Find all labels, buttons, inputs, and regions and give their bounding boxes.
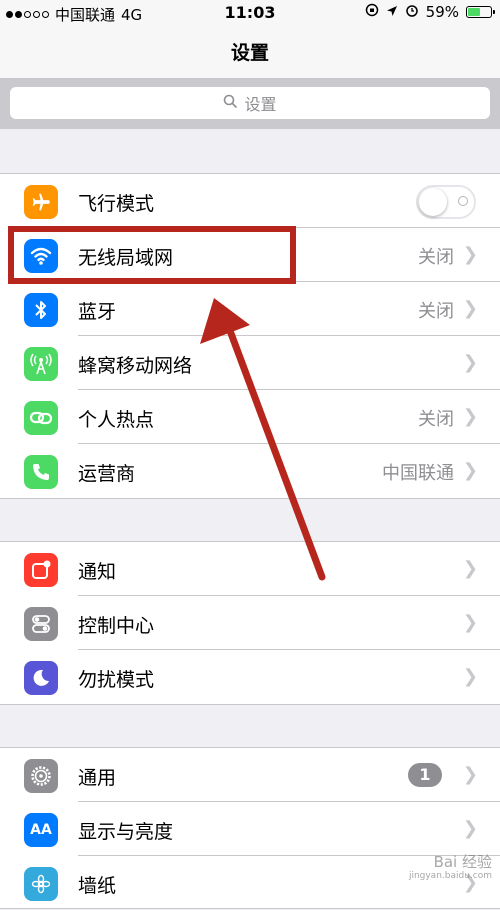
watermark: Bai 经验 jingyan.baidu.com bbox=[408, 853, 492, 882]
annotation-arrow bbox=[200, 298, 326, 581]
